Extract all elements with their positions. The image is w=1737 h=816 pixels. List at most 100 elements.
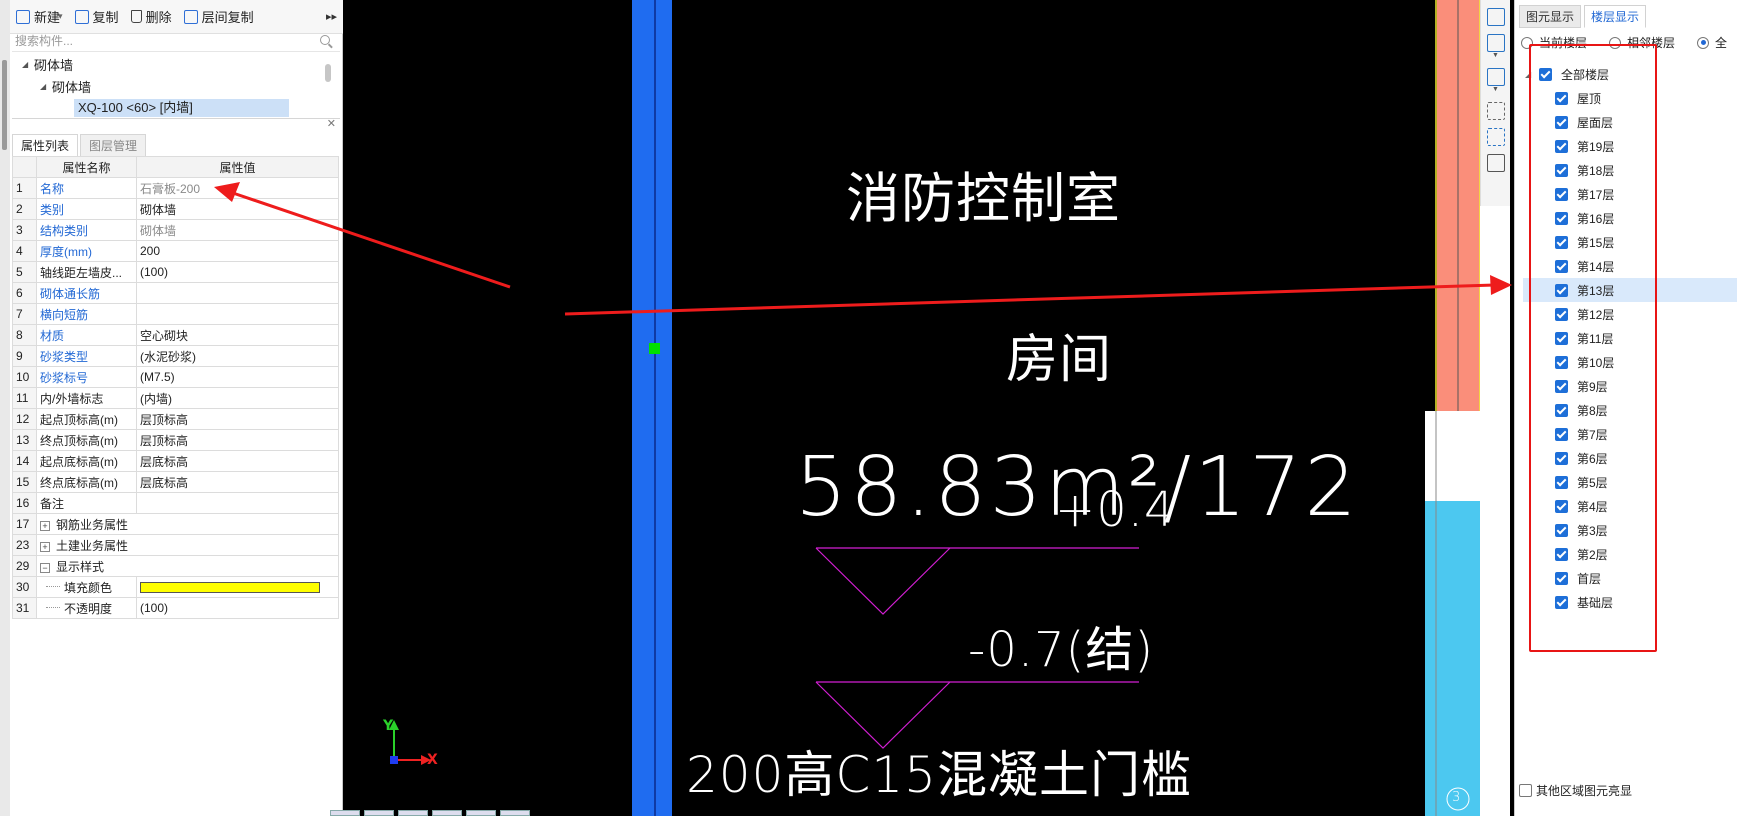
floor-copy-button[interactable]: 层间复制 — [183, 7, 254, 26]
floor-item[interactable]: 第6层 — [1523, 446, 1737, 470]
new-button[interactable]: 新建 ▾ — [16, 7, 63, 26]
plus-icon[interactable]: + — [40, 520, 50, 531]
tree-node-child[interactable]: ◢ 砌体墙 — [12, 75, 332, 97]
table-row[interactable]: 8 材质 空心砌块 — [12, 324, 339, 346]
floor-item[interactable]: 第13层 — [1523, 278, 1737, 302]
checkbox-checked-icon[interactable] — [1555, 235, 1568, 249]
floor-item[interactable]: 第10层 — [1523, 350, 1737, 374]
floor-item[interactable]: 第12层 — [1523, 302, 1737, 326]
floor-item[interactable]: 第7层 — [1523, 422, 1737, 446]
floor-item-all[interactable]: ◢ 全部楼层 — [1523, 62, 1737, 86]
minus-icon[interactable]: − — [40, 562, 50, 573]
checkbox-checked-icon[interactable] — [1555, 283, 1568, 297]
tab-element-display[interactable]: 图元显示 — [1519, 5, 1582, 28]
drawing-canvas[interactable]: 消防控制室 房间 58.83m²/172 +0.4 -0.7(结) 200高C1… — [343, 0, 1480, 816]
prop-value[interactable]: 层底标高 — [136, 450, 339, 472]
close-icon[interactable]: ✕ — [327, 117, 336, 130]
radio-adjacent-floor[interactable]: 相邻楼层 — [1609, 34, 1675, 51]
checkbox-checked-icon[interactable] — [1555, 91, 1568, 105]
checkbox-checked-icon[interactable] — [1555, 451, 1568, 465]
table-row[interactable]: 23 + 土建业务属性 — [12, 534, 339, 556]
prop-value[interactable]: 砌体墙 — [136, 198, 339, 220]
room-title-text[interactable]: 消防控制室 — [846, 154, 1121, 233]
prop-value[interactable] — [136, 303, 339, 325]
prop-value[interactable]: 石膏板-200 — [136, 177, 339, 199]
checkbox-checked-icon[interactable] — [1555, 403, 1568, 417]
group-row-cell[interactable]: − 显示样式 — [36, 555, 339, 577]
plus-icon[interactable]: + — [40, 541, 50, 552]
chevron-down-icon[interactable]: ▼ — [1481, 52, 1510, 60]
select-cube-icon[interactable] — [1486, 128, 1505, 146]
checkbox-checked-icon[interactable] — [1555, 211, 1568, 225]
checkbox-checked-icon[interactable] — [1555, 499, 1568, 513]
floor-item[interactable]: 第16层 — [1523, 206, 1737, 230]
prop-value[interactable]: 砌体墙 — [136, 219, 339, 241]
radio-circle[interactable] — [1521, 36, 1533, 49]
tab-floor-display[interactable]: 楼层显示 — [1584, 5, 1647, 28]
prop-value[interactable]: 层顶标高 — [136, 408, 339, 430]
checkbox-checked-icon[interactable] — [1555, 139, 1568, 153]
floor-item[interactable]: 第9层 — [1523, 374, 1737, 398]
tree-scrollbar[interactable] — [325, 64, 331, 82]
floor-item[interactable]: 首层 — [1523, 566, 1737, 590]
radio-current-floor[interactable]: 当前楼层 — [1521, 34, 1587, 51]
table-row[interactable]: 3 结构类别 砌体墙 — [12, 219, 339, 241]
floor-item[interactable]: 第2层 — [1523, 542, 1737, 566]
tab-layer-manager[interactable]: 图层管理 — [80, 134, 147, 156]
expand-triangle-icon[interactable]: ◢ — [22, 60, 34, 69]
status-button[interactable] — [466, 810, 496, 816]
floor-item[interactable]: 第5层 — [1523, 470, 1737, 494]
checkbox-checked-icon[interactable] — [1555, 331, 1568, 345]
fullscreen-icon[interactable] — [1486, 102, 1505, 120]
status-button[interactable] — [330, 810, 360, 816]
panel-splitter[interactable]: ✕ — [12, 118, 340, 132]
checkbox-checked-icon[interactable] — [1555, 187, 1568, 201]
table-row[interactable]: 12 起点顶标高(m) 层顶标高 — [12, 408, 339, 430]
table-row[interactable]: 7 横向短筋 — [12, 303, 339, 325]
table-row[interactable]: 2 类别 砌体墙 — [12, 198, 339, 220]
room-label-text[interactable]: 房间 — [1006, 317, 1112, 392]
floor-item[interactable]: 屋顶 — [1523, 86, 1737, 110]
prop-value[interactable] — [136, 492, 339, 514]
tree-node-root[interactable]: ◢ 砌体墙 — [12, 53, 332, 75]
table-row[interactable]: 13 终点顶标高(m) 层顶标高 — [12, 429, 339, 451]
floor-item[interactable]: 第4层 — [1523, 494, 1737, 518]
toolbar-overflow-button[interactable]: ▸▸ — [326, 10, 337, 23]
checkbox-checked-icon[interactable] — [1555, 523, 1568, 537]
table-row[interactable]: 1 名称 石膏板-200 — [12, 177, 339, 199]
floor-item[interactable]: 第19层 — [1523, 134, 1737, 158]
prop-value[interactable]: 层底标高 — [136, 471, 339, 493]
wall-blue[interactable] — [632, 0, 672, 816]
threshold-note-text[interactable]: 200高C15混凝土门槛 — [686, 735, 1192, 807]
radio-circle[interactable] — [1609, 36, 1622, 49]
table-row[interactable]: 9 砂浆类型 (水泥砂浆) — [12, 345, 339, 367]
floor-item[interactable]: 第17层 — [1523, 182, 1737, 206]
checkbox-checked-icon[interactable] — [1555, 595, 1568, 609]
table-row[interactable]: 11 内/外墙标志 (内墙) — [12, 387, 339, 409]
checkbox-checked-icon[interactable] — [1555, 259, 1568, 273]
list-settings-icon[interactable] — [1486, 154, 1505, 172]
checkbox-checked-icon[interactable] — [1555, 547, 1568, 561]
floor-item[interactable]: 基础层 — [1523, 590, 1737, 614]
left-dock-strip[interactable] — [0, 0, 10, 816]
prop-value[interactable]: (水泥砂浆) — [136, 345, 339, 367]
table-row[interactable]: 15 终点底标高(m) 层底标高 — [12, 471, 339, 493]
checkbox-checked-icon[interactable] — [1555, 379, 1568, 393]
prop-value[interactable]: (100) — [136, 261, 339, 283]
checkbox-checked-icon[interactable] — [1555, 427, 1568, 441]
expand-triangle-icon[interactable]: ◢ — [1525, 70, 1539, 79]
status-button[interactable] — [432, 810, 462, 816]
prop-value[interactable]: (M7.5) — [136, 366, 339, 388]
prop-value[interactable] — [136, 576, 339, 598]
table-row[interactable]: 16 备注 — [12, 492, 339, 514]
delete-button[interactable]: 删除 — [130, 7, 172, 26]
checkbox-checked-icon[interactable] — [1555, 571, 1568, 585]
checkbox-checked-icon[interactable] — [1555, 115, 1568, 129]
checkbox-checked-icon[interactable] — [1555, 307, 1568, 321]
table-row[interactable]: 30 填充颜色 — [12, 576, 339, 598]
box-view-icon[interactable] — [1486, 68, 1505, 86]
tab-property-list[interactable]: 属性列表 — [12, 134, 79, 156]
table-row[interactable]: 5 轴线距左墙皮... (100) — [12, 261, 339, 283]
copy-button[interactable]: 复制 — [74, 7, 119, 26]
prop-value[interactable]: 层顶标高 — [136, 429, 339, 451]
